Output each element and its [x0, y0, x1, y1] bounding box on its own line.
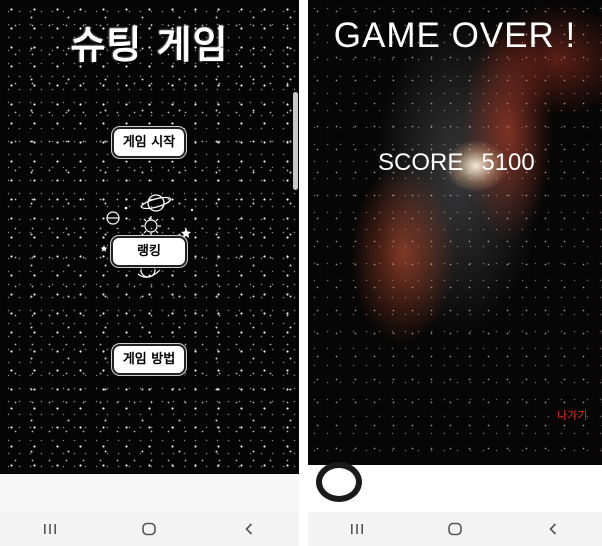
small-planet-icon [106, 211, 120, 225]
galaxy-background [308, 0, 602, 465]
home-icon [142, 522, 157, 536]
recent-apps-icon [43, 524, 56, 534]
menu-screen: 슈팅 게임 게임 시작 랭킹 게임 방법 [0, 0, 299, 546]
score-display: SCORE 5100 [378, 149, 535, 177]
game-over-title: GAME OVER ! [333, 16, 577, 55]
navigation-bar [0, 512, 299, 546]
back-button[interactable] [229, 516, 269, 542]
recent-apps-button[interactable] [30, 516, 70, 542]
joystick-ring[interactable] [316, 462, 362, 502]
home-button[interactable] [129, 516, 169, 542]
edge-panel-handle[interactable] [293, 92, 298, 190]
start-game-button[interactable]: 게임 시작 [112, 127, 186, 158]
home-icon [448, 522, 462, 536]
game-over-screen: GAME OVER ! SCORE 5100 나가기 [308, 0, 602, 546]
exit-button[interactable]: 나가기 [557, 407, 587, 423]
home-button[interactable] [435, 516, 475, 542]
score-value: 5100 [481, 149, 535, 176]
score-label: SCORE [378, 149, 464, 176]
back-button[interactable] [533, 516, 573, 542]
planet-icon [140, 194, 172, 212]
recent-apps-button[interactable] [337, 516, 377, 542]
back-icon [549, 523, 557, 535]
ranking-button[interactable]: 랭킹 [111, 236, 187, 267]
bottom-blank-area [0, 474, 299, 512]
back-icon [245, 523, 253, 535]
game-title: 슈팅 게임 [70, 23, 229, 67]
sun-icon [141, 216, 161, 236]
how-to-play-button[interactable]: 게임 방법 [112, 344, 186, 375]
recent-apps-icon [351, 524, 363, 534]
navigation-bar [308, 512, 602, 546]
